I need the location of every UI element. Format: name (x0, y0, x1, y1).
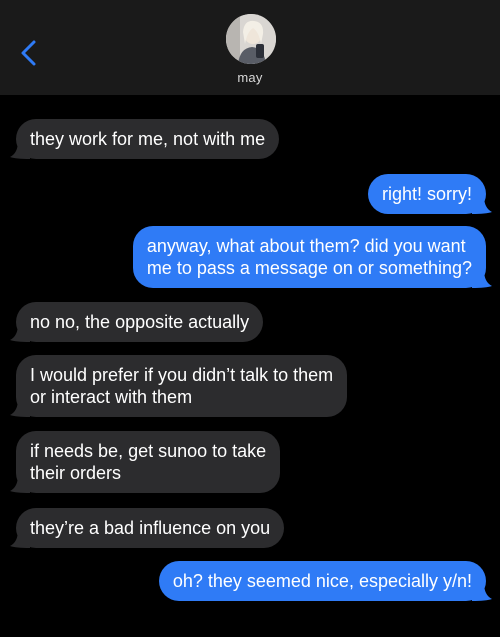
bubble-tail (472, 270, 492, 288)
message-text-line: or interact with them (30, 387, 193, 407)
bubble-tail (10, 475, 30, 493)
bubble-tail (10, 530, 30, 548)
message-text: no no, the opposite actually (30, 312, 250, 332)
message-text: right! sorry! (381, 184, 472, 204)
message-bubble-outgoing[interactable]: anyway, what about them? did you want me… (132, 226, 492, 288)
contact-avatar[interactable] (226, 14, 276, 64)
bubble-tail (10, 141, 30, 159)
message-text-line: anyway, what about them? did you want (146, 236, 466, 256)
conversation-header: may (0, 0, 500, 95)
bubble-tail (472, 196, 492, 214)
message-bubble-outgoing[interactable]: right! sorry! (367, 174, 492, 214)
message-bubble-incoming[interactable]: they’re a bad influence on you (10, 508, 285, 548)
message-text-line: me to pass a message on or something? (146, 258, 472, 278)
message-bubble-incoming[interactable]: I would prefer if you didn’t talk to the… (10, 355, 348, 417)
message-thread: they work for me, not with me right! sor… (0, 95, 500, 637)
chevron-left-icon[interactable] (14, 36, 44, 70)
contact-name[interactable]: may (0, 70, 500, 85)
bubble-tail (472, 583, 492, 601)
message-bubble-incoming[interactable]: no no, the opposite actually (10, 302, 264, 342)
message-text: oh? they seemed nice, especially y/n! (172, 571, 472, 591)
message-text: they work for me, not with me (30, 129, 266, 149)
message-text-line: if needs be, get sunoo to take (30, 441, 267, 461)
bubble-tail (10, 399, 30, 417)
message-bubble-incoming[interactable]: they work for me, not with me (10, 119, 280, 159)
message-text-line: their orders (30, 463, 122, 483)
message-bubble-incoming[interactable]: if needs be, get sunoo to take their ord… (10, 431, 281, 493)
message-bubble-outgoing[interactable]: oh? they seemed nice, especially y/n! (158, 561, 492, 601)
message-text: they’re a bad influence on you (30, 518, 271, 538)
bubble-tail (10, 324, 30, 342)
message-text-line: I would prefer if you didn’t talk to the… (30, 365, 334, 385)
